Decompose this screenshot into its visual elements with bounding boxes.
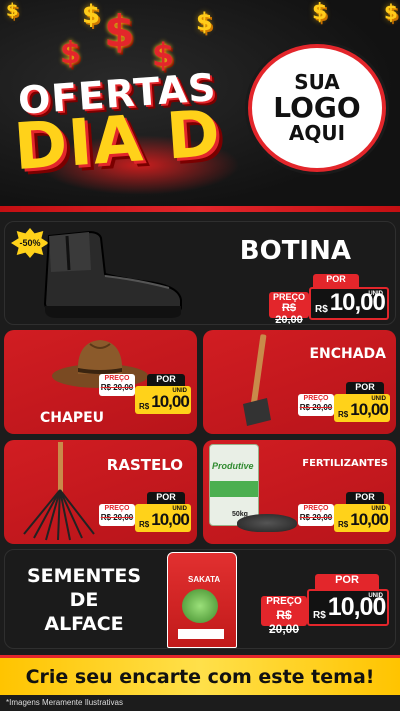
por-label: POR xyxy=(346,492,384,504)
product-card-rastelo[interactable]: RASTELO POR PREÇO R$ 20,00 R$ 10,00 UNID xyxy=(4,440,197,544)
product-title: SEMENTES DE ALFACE xyxy=(9,564,159,636)
currency-symbol: R$ xyxy=(338,520,349,529)
price-block: POR PREÇO R$ 20,00 R$ 10,00 UNID xyxy=(269,274,389,324)
header-banner: $ $ $ $ $ $ $ $ OFERTAS DIA D SUA LOGO A… xyxy=(0,0,400,212)
product-title: ENCHADA xyxy=(309,346,386,362)
unit-label: UNID xyxy=(172,506,187,512)
old-price-label: PREÇO xyxy=(104,505,130,512)
product-title: BOTINA xyxy=(239,236,351,266)
product-card-fertilizantes[interactable]: Produtive 50kg FERTILIZANTES POR PREÇO R… xyxy=(203,440,396,544)
old-price-value: R$ 20,00 xyxy=(100,383,134,392)
dollar-icon: $ xyxy=(196,8,213,36)
currency-symbol: R$ xyxy=(338,410,349,419)
rake-image xyxy=(23,442,95,541)
old-price-label: PREÇO xyxy=(104,375,130,382)
old-price: PREÇO R$ 20,00 xyxy=(269,292,309,324)
old-price-value: R$ 20,00 xyxy=(268,608,300,636)
price-block: POR PREÇO R$ 20,00 R$ 10,00 UNID xyxy=(261,574,389,636)
old-price-value: R$ 20,00 xyxy=(299,513,333,522)
por-label: POR xyxy=(147,374,185,386)
por-label: POR xyxy=(313,274,359,287)
old-price-label: PREÇO xyxy=(303,395,329,402)
old-price: PREÇO R$ 20,00 xyxy=(261,596,307,636)
dollar-icon: $ xyxy=(312,0,328,25)
unit-label: UNID xyxy=(368,291,383,297)
header-divider xyxy=(0,206,400,212)
dollar-icon: $ xyxy=(384,0,398,24)
old-price-value: R$ 20,00 xyxy=(299,403,333,412)
new-price: R$ 10,00 UNID xyxy=(334,504,390,532)
title-line: DE xyxy=(69,589,99,611)
pack-brand: SAKATA xyxy=(188,575,221,584)
price-block: POR PREÇO R$ 20,00 R$ 10,00 UNID xyxy=(298,492,390,536)
old-price-value: R$ 20,00 xyxy=(275,302,303,325)
bag-stripe xyxy=(210,481,258,497)
old-price: PREÇO R$ 20,00 xyxy=(99,374,135,396)
new-price: R$ 10,00 UNID xyxy=(135,386,191,414)
old-price-label: PREÇO xyxy=(303,505,329,512)
cta-banner[interactable]: Crie seu encarte com este tema! xyxy=(0,655,400,695)
logo-text-line: SUA xyxy=(294,70,340,95)
old-price-label: PREÇO xyxy=(272,292,305,302)
old-price: PREÇO R$ 20,00 xyxy=(298,504,334,526)
cta-button[interactable]: Crie seu encarte com este tema! xyxy=(26,666,375,688)
title-line: SEMENTES xyxy=(26,565,142,587)
logo-text-line: AQUI xyxy=(288,120,346,145)
title-line: ALFACE xyxy=(44,613,124,635)
new-price: R$ 10,00 UNID xyxy=(309,287,389,320)
price-block: POR PREÇO R$ 20,00 R$ 10,00 UNID xyxy=(99,374,191,418)
price-block: POR PREÇO R$ 20,00 R$ 10,00 UNID xyxy=(99,492,191,536)
product-card-botina[interactable]: -50% BOTINA POR PREÇO R$ 20,00 R$ 10,00 … xyxy=(4,221,396,325)
dollar-icon: $ xyxy=(104,6,135,57)
new-price: R$ 10,00 UNID xyxy=(334,394,390,422)
pack-window xyxy=(182,589,218,623)
new-price: R$ 10,00 UNID xyxy=(307,589,389,626)
old-price: PREÇO R$ 20,00 xyxy=(99,504,135,526)
unit-label: UNID xyxy=(371,396,386,402)
por-label: POR xyxy=(315,574,379,589)
product-title: FERTILIZANTES xyxy=(302,458,388,469)
new-price: R$ 10,00 UNID xyxy=(135,504,191,532)
product-card-enchada[interactable]: ENCHADA POR PREÇO R$ 20,00 R$ 10,00 UNID xyxy=(203,330,396,434)
currency-symbol: R$ xyxy=(139,520,150,529)
boot-image xyxy=(43,230,182,318)
product-title: RASTELO xyxy=(106,456,183,474)
dollar-icon: $ xyxy=(60,36,81,71)
currency-symbol: R$ xyxy=(313,610,326,621)
unit-label: UNID xyxy=(368,593,383,599)
por-label: POR xyxy=(346,382,384,394)
disclaimer-text: *Imagens Meramente Ilustrativas xyxy=(6,698,123,707)
bag-brand: Produtive xyxy=(212,461,254,471)
currency-symbol: R$ xyxy=(315,304,328,315)
fertilizer-pile-image xyxy=(237,514,297,532)
product-card-sementes[interactable]: SEMENTES DE ALFACE SAKATA POR PREÇO R$ 2… xyxy=(4,549,396,649)
old-price-label: PREÇO xyxy=(266,596,302,607)
logo-placeholder[interactable]: SUA LOGO AQUI xyxy=(248,44,386,172)
pack-label xyxy=(178,629,224,639)
price-block: POR PREÇO R$ 20,00 R$ 10,00 UNID xyxy=(298,382,390,426)
currency-symbol: R$ xyxy=(139,402,150,411)
product-title: CHAPEU xyxy=(40,410,105,426)
dollar-icon: $ xyxy=(6,0,19,21)
unit-label: UNID xyxy=(371,506,386,512)
por-label: POR xyxy=(147,492,185,504)
old-price: PREÇO R$ 20,00 xyxy=(298,394,334,416)
unit-label: UNID xyxy=(172,388,187,394)
old-price-value: R$ 20,00 xyxy=(100,513,134,522)
headline-dia-d: DIA D xyxy=(11,96,224,186)
product-card-chapeu[interactable]: CHAPEU POR PREÇO R$ 20,00 R$ 10,00 UNID xyxy=(4,330,197,434)
fertilizer-bag-image: Produtive 50kg xyxy=(209,444,259,526)
logo-text-line: LOGO xyxy=(273,91,361,125)
dollar-icon: $ xyxy=(82,0,101,30)
seed-packet-image: SAKATA xyxy=(167,552,237,648)
hoe-image xyxy=(243,334,271,426)
